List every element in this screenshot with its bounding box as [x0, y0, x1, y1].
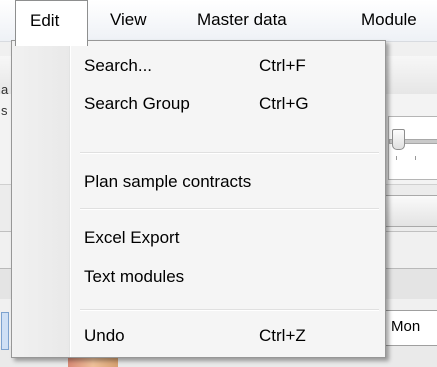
menu-item-plan-sample-contracts[interactable]: Plan sample contracts	[15, 166, 381, 202]
menu-module[interactable]: Module	[351, 0, 427, 41]
menu-master-data[interactable]: Master data	[187, 0, 297, 41]
menu-bar: Edit View Master data Module	[0, 0, 437, 46]
menu-item-search[interactable]: Search... Ctrl+F	[15, 50, 381, 86]
slider-thumb[interactable]	[392, 129, 405, 150]
menu-item-shortcut: Ctrl+F	[259, 56, 306, 75]
menu-item-label: Undo	[84, 326, 125, 345]
left-edge-text: s	[1, 103, 8, 118]
menu-item-label: Plan sample contracts	[84, 172, 252, 191]
menu-item-undo[interactable]: Undo Ctrl+Z	[15, 320, 381, 356]
menu-item-shortcut: Ctrl+Z	[259, 326, 306, 345]
edit-dropdown-menu: Search... Ctrl+F Search Group Ctrl+G Pla…	[11, 40, 386, 358]
toolbar-button[interactable]	[384, 195, 437, 227]
menu-item-label: Search Group	[84, 94, 190, 113]
menu-item-excel-export[interactable]: Excel Export	[15, 222, 381, 258]
menu-item-label: Text modules	[84, 267, 185, 286]
menu-separator	[80, 152, 379, 154]
left-edge-text: a	[1, 82, 9, 97]
row-selector[interactable]	[1, 312, 9, 350]
menu-separator	[80, 208, 379, 210]
menu-item-text-modules[interactable]: Text modules	[15, 261, 381, 297]
menu-item-label: Excel Export	[84, 228, 180, 247]
menu-item-shortcut: Ctrl+G	[259, 94, 309, 113]
slider-ticks	[396, 156, 437, 160]
menu-view[interactable]: View	[100, 0, 157, 41]
menu-item-label: Search...	[84, 56, 153, 75]
menu-edit[interactable]: Edit	[15, 0, 88, 46]
grid-column-header-mon[interactable]: Mon	[384, 310, 437, 346]
menu-separator	[80, 309, 379, 311]
menu-item-search-group[interactable]: Search Group Ctrl+G	[15, 88, 381, 124]
